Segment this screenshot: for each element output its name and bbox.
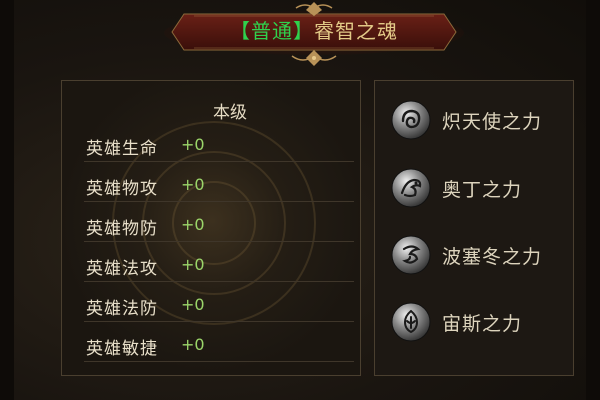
title-name: 睿智之魂 [314,19,398,43]
stat-row: 英雄法攻 +0 [84,249,354,282]
stats-column-header: 本级 [213,103,247,123]
stat-value: +0 [181,295,205,314]
poseidon-wave-icon [390,234,432,276]
stat-value: +0 [181,215,205,234]
stats-panel: 本级 英雄生命 +0 英雄物攻 +0 英雄物防 +0 英雄法攻 +0 英雄法防 … [61,80,361,376]
stat-value: +0 [181,255,205,274]
power-label: 波塞冬之力 [442,246,543,268]
stat-label: 英雄生命 [86,139,158,159]
power-item-zeus[interactable]: 宙斯之力 [390,301,570,345]
stat-label: 英雄法攻 [86,259,158,279]
stat-label: 英雄物防 [86,219,158,239]
powers-panel: 炽天使之力 奥丁之力 波塞冬之力 宙斯之力 [374,80,574,376]
stat-label: 英雄物攻 [86,179,158,199]
power-label: 宙斯之力 [442,313,523,335]
zeus-crest-icon [390,301,432,343]
stat-label: 英雄敏捷 [86,339,158,359]
stat-row: 英雄物攻 +0 [84,169,354,202]
title-quality-tag: 【普通】 [230,19,314,43]
power-label: 奥丁之力 [442,179,523,201]
stat-row: 英雄物防 +0 [84,209,354,242]
window-frame: 【普通】睿智之魂 本级 英雄生命 +0 英雄物攻 +0 英雄物防 +0 英雄法攻… [0,0,600,400]
power-item-poseidon[interactable]: 波塞冬之力 [390,234,570,278]
power-label: 炽天使之力 [442,111,543,133]
title-banner: 【普通】睿智之魂 [164,0,464,66]
power-item-odin[interactable]: 奥丁之力 [390,167,570,211]
stat-value: +0 [181,175,205,194]
odin-raven-icon [390,167,432,209]
stat-row: 英雄敏捷 +0 [84,329,354,362]
stat-value: +0 [181,135,205,154]
stat-row: 英雄法防 +0 [84,289,354,322]
stat-label: 英雄法防 [86,299,158,319]
stat-value: +0 [181,335,205,354]
power-item-seraph[interactable]: 炽天使之力 [390,99,570,143]
seraph-swirl-icon [390,99,432,141]
panel-title: 【普通】睿智之魂 [164,18,464,44]
stat-row: 英雄生命 +0 [84,129,354,162]
